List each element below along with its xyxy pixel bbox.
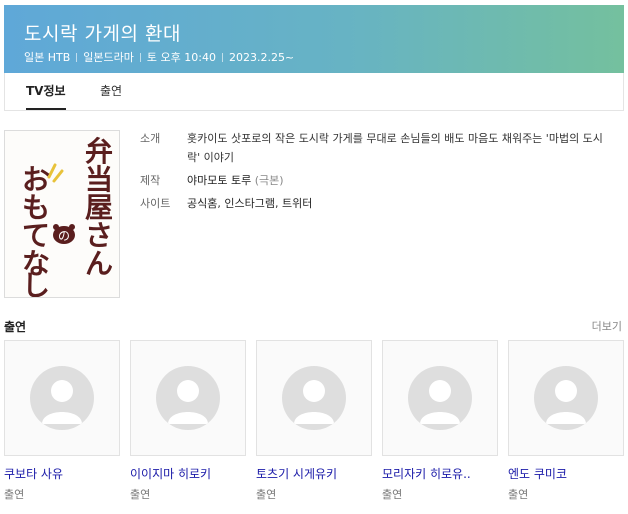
program-header: 도시락 가게의 환대 일본 HTB 일본드라마 토 오후 10:40 2023.2.2…	[4, 5, 624, 73]
tab-bar: TV정보 출연	[4, 73, 624, 111]
avatar-placeholder-icon	[408, 366, 472, 430]
cast-role: 출연	[4, 488, 25, 501]
program-meta: 일본 HTB 일본드라마 토 오후 10:40 2023.2.25~	[24, 49, 294, 65]
intro-label: 소개	[140, 132, 161, 145]
meta-divider	[221, 53, 223, 62]
cast-name[interactable]: 이이지마 히로키	[130, 465, 246, 482]
cast-list: 쿠보타 사유 출연 이이지마 히로키 출연 토츠기 시게유키 출연 모리자키 히…	[4, 340, 624, 510]
cast-name[interactable]: 엔도 쿠미코	[508, 465, 624, 482]
twitter-link[interactable]: 트위터	[282, 197, 312, 210]
production-row: 제작 야마모토 토루 (극본)	[140, 171, 610, 190]
cast-section-title: 출연	[4, 320, 27, 334]
meta-divider	[139, 53, 141, 62]
more-cast-link[interactable]: 더보기	[592, 318, 622, 334]
cast-name[interactable]: 모리자키 히로유..	[382, 465, 498, 482]
poster-title-art: 弁 当 屋 さ ん お も て な し	[22, 135, 113, 298]
poster-image: 弁 当 屋 さ ん お も て な し の	[22, 135, 113, 298]
poster-glyph: し	[22, 269, 50, 298]
official-site-link[interactable]: 공식홈	[187, 197, 217, 210]
intro-row: 소개 홋카이도 삿포로의 작은 도시락 가게를 무대로 손님들의 배도 마음도 …	[140, 129, 610, 167]
poster-badge: の	[53, 224, 75, 244]
instagram-link[interactable]: 인스타그램	[224, 197, 275, 210]
cast-card[interactable]: 토츠기 시게유키 출연	[256, 340, 372, 502]
intro-text: 홋카이도 삿포로의 작은 도시락 가게를 무대로 손님들의 배도 마음도 채워주…	[187, 132, 603, 164]
tab-tv-info[interactable]: TV정보	[26, 73, 66, 110]
poster-glyph: ん	[85, 247, 113, 280]
program-title: 도시락 가게의 환대	[24, 23, 181, 45]
cast-name[interactable]: 쿠보타 사유	[4, 465, 120, 482]
site-row: 사이트 공식홈, 인스타그램, 트위터	[140, 194, 610, 213]
site-label: 사이트	[140, 197, 171, 210]
avatar-placeholder-icon	[156, 366, 220, 430]
cast-name[interactable]: 토츠기 시게유키	[256, 465, 372, 482]
meta-divider	[76, 53, 78, 62]
cast-photo[interactable]	[4, 340, 120, 456]
cast-photo[interactable]	[508, 340, 624, 456]
cast-photo[interactable]	[256, 340, 372, 456]
cast-card[interactable]: 엔도 쿠미코 출연	[508, 340, 624, 502]
cast-card[interactable]: 이이지마 히로키 출연	[130, 340, 246, 502]
producer-link[interactable]: 야마모토 토루	[187, 174, 251, 187]
broadcaster: 일본 HTB	[24, 51, 71, 64]
program-poster[interactable]: 弁 当 屋 さ ん お も て な し の	[4, 130, 120, 298]
air-date: 2023.2.25~	[228, 51, 295, 64]
cast-card[interactable]: 쿠보타 사유 출연	[4, 340, 120, 502]
cast-role: 출연	[130, 488, 151, 501]
cast-photo[interactable]	[382, 340, 498, 456]
avatar-placeholder-icon	[534, 366, 598, 430]
avatar-placeholder-icon	[30, 366, 94, 430]
cast-card[interactable]: 모리자키 히로유.. 출연	[382, 340, 498, 502]
genre: 일본드라마	[83, 51, 134, 64]
cast-role: 출연	[508, 488, 529, 501]
poster-badge-text: の	[58, 229, 70, 243]
program-info: 소개 홋카이도 삿포로의 작은 도시락 가게를 무대로 손님들의 배도 마음도 …	[140, 129, 610, 217]
cast-photo[interactable]	[130, 340, 246, 456]
tab-cast[interactable]: 출연	[100, 73, 122, 110]
avatar-placeholder-icon	[282, 366, 346, 430]
producer-role: (극본)	[254, 174, 284, 187]
production-label: 제작	[140, 174, 161, 187]
poster-accent-marks	[47, 163, 64, 183]
cast-role: 출연	[382, 488, 403, 501]
cast-role: 출연	[256, 488, 277, 501]
airtime: 토 오후 10:40	[146, 51, 216, 64]
